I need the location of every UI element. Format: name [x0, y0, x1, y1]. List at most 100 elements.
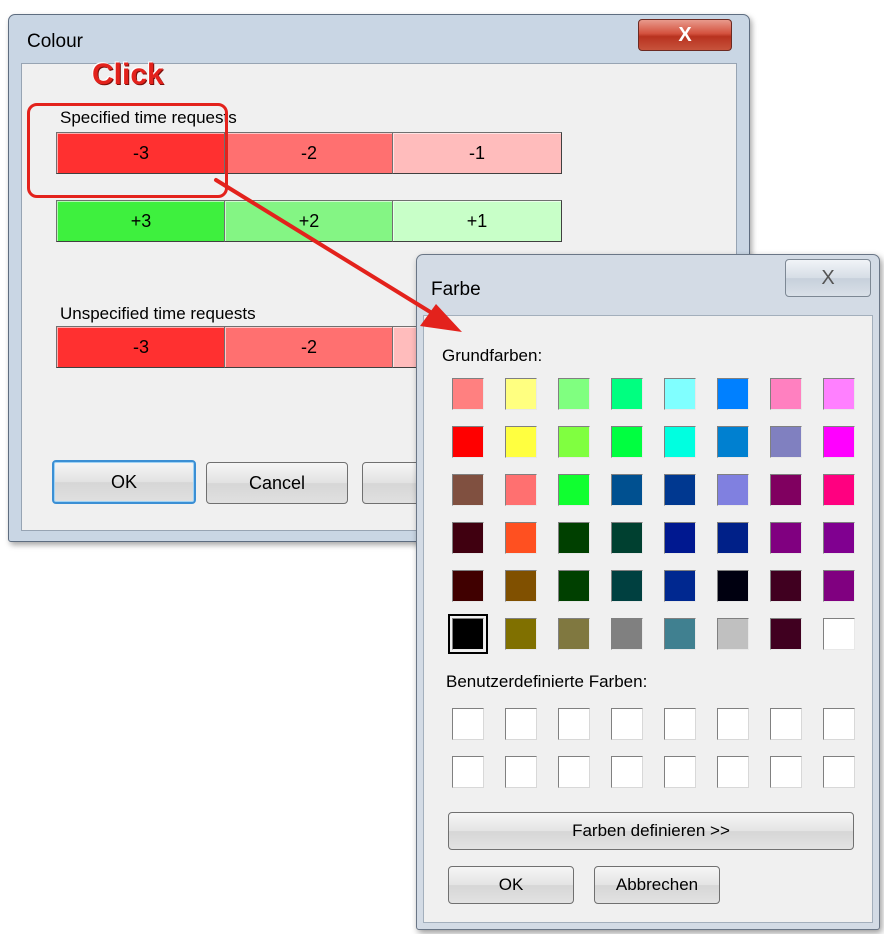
cancel-button[interactable]: Cancel — [206, 462, 348, 504]
basic-color-swatch[interactable] — [452, 426, 484, 458]
basic-color-swatch[interactable] — [664, 570, 696, 602]
button-label: Abbrechen — [615, 875, 699, 894]
basic-color-swatch[interactable] — [452, 570, 484, 602]
unspecified-minus3-button[interactable]: -3 — [56, 326, 226, 368]
custom-color-swatch[interactable] — [717, 708, 749, 740]
basic-color-swatch[interactable] — [558, 474, 590, 506]
basic-color-swatch[interactable] — [770, 522, 802, 554]
button-label: -2 — [300, 336, 317, 357]
custom-color-swatch[interactable] — [823, 708, 855, 740]
click-annotation: Click — [92, 58, 164, 91]
basic-color-swatch[interactable] — [717, 618, 749, 650]
custom-color-swatch[interactable] — [664, 708, 696, 740]
button-label: Cancel — [248, 472, 306, 493]
custom-color-swatch[interactable] — [770, 756, 802, 788]
basic-colors-label: Grundfarben: — [442, 346, 543, 365]
unspecified-time-label: Unspecified time requests — [60, 304, 256, 323]
basic-color-swatch[interactable] — [823, 474, 855, 506]
basic-color-swatch[interactable] — [717, 378, 749, 410]
specified-minus2-button[interactable]: -2 — [224, 132, 394, 174]
basic-color-swatch[interactable] — [611, 378, 643, 410]
custom-colors-label: Benutzerdefinierte Farben: — [446, 672, 648, 691]
basic-color-swatch[interactable] — [452, 378, 484, 410]
basic-color-swatch[interactable] — [664, 522, 696, 554]
basic-color-swatch[interactable] — [611, 618, 643, 650]
button-label: -2 — [300, 142, 317, 163]
basic-color-swatch[interactable] — [558, 426, 590, 458]
basic-color-swatch[interactable] — [611, 426, 643, 458]
farbe-cancel-button[interactable]: Abbrechen — [594, 866, 720, 904]
button-label: Farben definieren >> — [572, 821, 730, 840]
button-label: +3 — [130, 210, 152, 231]
basic-color-swatch[interactable] — [717, 474, 749, 506]
custom-color-swatch[interactable] — [717, 756, 749, 788]
basic-color-swatch[interactable] — [558, 570, 590, 602]
basic-color-swatch[interactable] — [558, 378, 590, 410]
basic-color-swatch[interactable] — [770, 618, 802, 650]
farbe-dialog: Farbe X Grundfarben: Benutzerdefinierte … — [416, 254, 880, 930]
basic-color-swatch[interactable] — [664, 378, 696, 410]
basic-color-swatch[interactable] — [770, 378, 802, 410]
basic-color-swatch[interactable] — [823, 570, 855, 602]
custom-color-swatch[interactable] — [558, 756, 590, 788]
basic-color-swatch[interactable] — [770, 474, 802, 506]
basic-color-swatch[interactable] — [823, 522, 855, 554]
colour-dialog-title: Colour — [27, 31, 83, 52]
button-label: +2 — [298, 210, 320, 231]
basic-color-swatch[interactable] — [717, 570, 749, 602]
custom-color-swatch[interactable] — [664, 756, 696, 788]
basic-color-swatch[interactable] — [823, 618, 855, 650]
ok-button[interactable]: OK — [52, 460, 196, 504]
basic-color-swatch[interactable] — [664, 474, 696, 506]
basic-color-swatch[interactable] — [452, 474, 484, 506]
custom-color-swatch[interactable] — [823, 756, 855, 788]
define-colors-button[interactable]: Farben definieren >> — [448, 812, 854, 850]
basic-color-swatch[interactable] — [611, 570, 643, 602]
basic-color-swatch[interactable] — [717, 426, 749, 458]
specified-minus1-button[interactable]: -1 — [392, 132, 562, 174]
basic-color-swatch[interactable] — [452, 522, 484, 554]
button-label: -1 — [468, 142, 485, 163]
unspecified-minus2-button[interactable]: -2 — [224, 326, 394, 368]
basic-color-swatch[interactable] — [558, 522, 590, 554]
farbe-ok-button[interactable]: OK — [448, 866, 574, 904]
button-label: OK — [498, 875, 524, 894]
farbe-dialog-close-button[interactable]: X — [785, 259, 871, 297]
basic-color-swatch[interactable] — [664, 426, 696, 458]
button-label: +1 — [466, 210, 488, 231]
basic-color-swatch[interactable] — [664, 618, 696, 650]
custom-color-swatch[interactable] — [452, 756, 484, 788]
custom-color-swatch[interactable] — [505, 708, 537, 740]
specified-plus3-button[interactable]: +3 — [56, 200, 226, 242]
custom-color-swatch[interactable] — [611, 708, 643, 740]
basic-color-swatch[interactable] — [505, 570, 537, 602]
custom-color-swatch[interactable] — [558, 708, 590, 740]
basic-color-swatch[interactable] — [505, 426, 537, 458]
basic-color-swatch[interactable] — [770, 426, 802, 458]
highlight-box — [27, 103, 228, 198]
basic-color-swatch[interactable] — [505, 378, 537, 410]
specified-plus1-button[interactable]: +1 — [392, 200, 562, 242]
close-icon: X — [821, 266, 835, 289]
basic-color-swatch[interactable] — [505, 474, 537, 506]
specified-plus2-button[interactable]: +2 — [224, 200, 394, 242]
custom-color-swatch[interactable] — [452, 708, 484, 740]
button-label: -3 — [132, 336, 149, 357]
basic-color-swatch[interactable] — [448, 614, 488, 654]
colour-dialog-close-button[interactable]: X — [638, 19, 732, 51]
basic-color-swatch[interactable] — [770, 570, 802, 602]
basic-color-swatch[interactable] — [611, 474, 643, 506]
basic-color-swatch[interactable] — [505, 618, 537, 650]
custom-color-swatch[interactable] — [505, 756, 537, 788]
close-icon: X — [678, 23, 692, 46]
custom-color-swatch[interactable] — [770, 708, 802, 740]
basic-color-swatch[interactable] — [611, 522, 643, 554]
basic-color-swatch[interactable] — [558, 618, 590, 650]
custom-color-swatch[interactable] — [611, 756, 643, 788]
basic-color-swatch[interactable] — [823, 426, 855, 458]
basic-color-swatch[interactable] — [505, 522, 537, 554]
basic-color-swatch[interactable] — [717, 522, 749, 554]
farbe-dialog-title: Farbe — [431, 279, 481, 300]
button-label: OK — [110, 471, 137, 492]
basic-color-swatch[interactable] — [823, 378, 855, 410]
